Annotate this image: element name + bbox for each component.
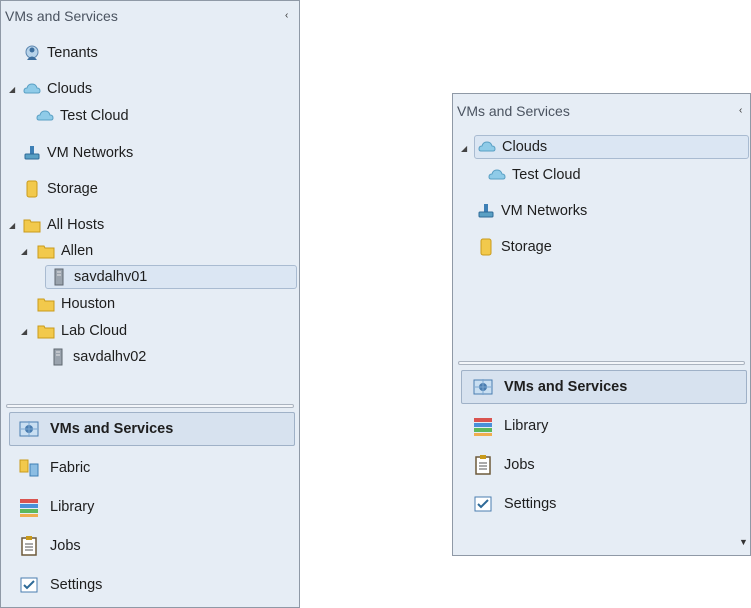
tree-item-storage[interactable]: Storage — [477, 235, 657, 259]
navigation-pane-compact: VMs and Services ‹ ◢ Clouds Test Cloud V… — [452, 93, 751, 556]
workspace-settings[interactable]: Settings — [9, 568, 295, 602]
workspace-vms-and-services[interactable]: VMs and Services — [461, 370, 747, 404]
vms-and-services-icon — [19, 421, 39, 437]
workspace-label: Settings — [50, 577, 103, 593]
tree-item-vm-networks[interactable]: VM Networks — [23, 141, 203, 165]
tree-label: VM Networks — [47, 145, 134, 161]
tree-item-allen[interactable]: Allen — [37, 239, 217, 263]
jobs-icon — [475, 455, 491, 475]
settings-icon — [474, 496, 492, 512]
workspace-jobs[interactable]: Jobs — [461, 448, 747, 482]
server-icon — [54, 268, 64, 286]
storage-icon — [480, 238, 492, 256]
workspace-label: Settings — [504, 496, 557, 512]
expand-arrow-icon[interactable]: ◢ — [9, 85, 15, 94]
folder-icon — [37, 325, 55, 339]
cloud-icon — [23, 83, 41, 94]
tree-label: Test Cloud — [512, 167, 581, 183]
vms-and-services-icon — [473, 379, 493, 395]
cloud-icon — [478, 141, 496, 152]
collapse-pane-button[interactable]: ‹ — [285, 10, 288, 21]
workspace-library[interactable]: Library — [9, 490, 295, 524]
navigation-pane-full: VMs and Services ‹ Tenants ◢ Clouds Test… — [0, 0, 300, 608]
workspace-label: Jobs — [504, 457, 535, 473]
storage-icon — [26, 180, 38, 198]
workspace-jobs[interactable]: Jobs — [9, 529, 295, 563]
workspace-label: Fabric — [50, 460, 91, 476]
workspace-settings[interactable]: Settings — [461, 487, 747, 521]
settings-icon — [20, 577, 38, 593]
folder-icon — [37, 245, 55, 259]
library-icon — [474, 418, 492, 436]
fabric-icon — [19, 459, 39, 477]
library-icon — [20, 499, 38, 517]
folder-icon — [37, 298, 55, 312]
workspace-label: Jobs — [50, 538, 81, 554]
folder-icon — [23, 219, 41, 233]
workspace-label: VMs and Services — [50, 421, 174, 437]
tree-item-host-savdalhv02[interactable]: savdalhv02 — [49, 345, 229, 369]
tree-item-storage[interactable]: Storage — [23, 177, 203, 201]
tree-label: All Hosts — [47, 217, 105, 233]
pane-splitter[interactable] — [458, 361, 745, 365]
workspace-fabric[interactable]: Fabric — [9, 451, 295, 485]
tree-item-test-cloud[interactable]: Test Cloud — [36, 104, 216, 128]
tree-label: savdalhv01 — [74, 269, 148, 285]
tree-label: Storage — [501, 239, 552, 255]
tree-label: Storage — [47, 181, 98, 197]
tree-label: Test Cloud — [60, 108, 129, 124]
pane-title: VMs and Services — [5, 8, 118, 24]
expand-arrow-icon[interactable]: ◢ — [21, 327, 27, 336]
tree-label: Clouds — [502, 139, 548, 155]
workspace-library[interactable]: Library — [461, 409, 747, 443]
tree-label: Lab Cloud — [61, 323, 128, 339]
expand-arrow-icon[interactable]: ◢ — [21, 247, 27, 256]
workspace-label: Library — [504, 418, 549, 434]
tree-item-clouds[interactable]: Clouds — [23, 77, 203, 101]
tree-item-lab-cloud[interactable]: Lab Cloud — [37, 319, 217, 343]
tree-label: VM Networks — [501, 203, 588, 219]
cloud-icon — [488, 169, 506, 180]
tree-item-test-cloud[interactable]: Test Cloud — [488, 163, 668, 187]
tree-item-houston[interactable]: Houston — [37, 292, 217, 316]
tenants-icon — [25, 45, 39, 60]
tree-label: savdalhv02 — [73, 349, 147, 365]
tree-item-all-hosts[interactable]: All Hosts — [23, 213, 203, 237]
server-icon — [53, 348, 63, 366]
collapse-pane-button[interactable]: ‹ — [739, 105, 742, 116]
workspace-label: VMs and Services — [504, 379, 628, 395]
network-icon — [24, 146, 40, 160]
tree-label: Allen — [61, 243, 94, 259]
network-icon — [478, 204, 494, 218]
jobs-icon — [21, 536, 37, 556]
scroll-down-icon[interactable]: ▼ — [739, 537, 748, 547]
cloud-icon — [36, 110, 54, 121]
tree-label: Tenants — [47, 45, 98, 61]
pane-title: VMs and Services — [457, 103, 570, 119]
pane-splitter[interactable] — [6, 404, 294, 408]
expand-arrow-icon[interactable]: ◢ — [9, 221, 15, 230]
tree-label: Houston — [61, 296, 116, 312]
tree-item-clouds[interactable]: Clouds — [474, 135, 749, 159]
tree-item-vm-networks[interactable]: VM Networks — [477, 199, 657, 223]
tree-label: Clouds — [47, 81, 93, 97]
workspace-label: Library — [50, 499, 95, 515]
workspace-vms-and-services[interactable]: VMs and Services — [9, 412, 295, 446]
tree-item-tenants[interactable]: Tenants — [23, 41, 203, 65]
expand-arrow-icon[interactable]: ◢ — [461, 144, 467, 153]
tree-item-host-savdalhv01[interactable]: savdalhv01 — [45, 265, 297, 289]
